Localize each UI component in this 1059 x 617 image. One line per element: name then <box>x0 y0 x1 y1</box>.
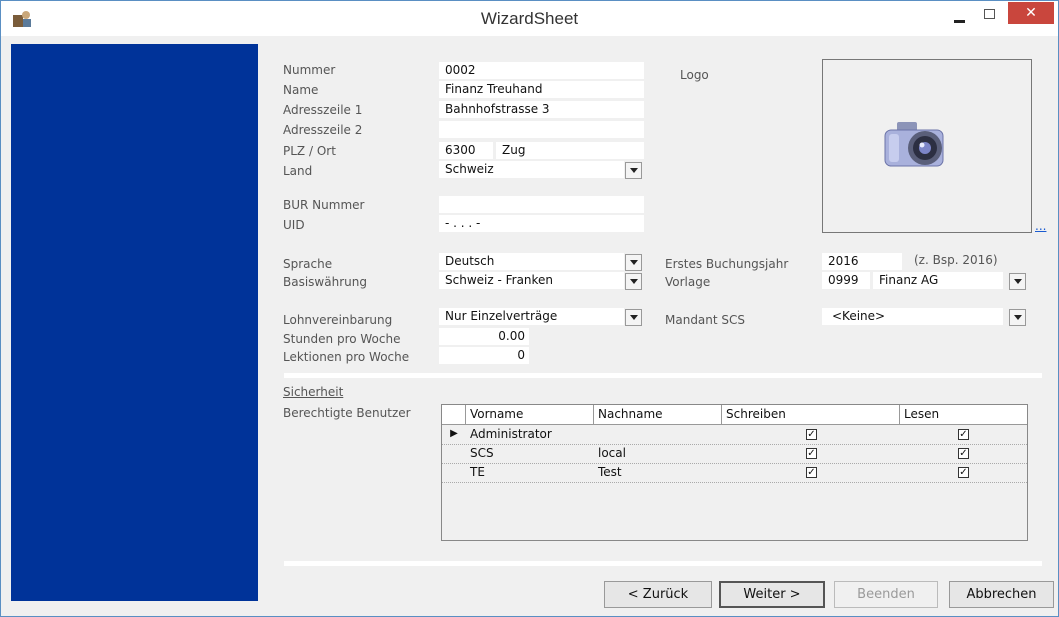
land-dropdown-button[interactable] <box>625 162 642 179</box>
label-users: Berechtigte Benutzer <box>283 406 411 420</box>
wizard-sidebar <box>11 44 258 601</box>
mandant-select[interactable]: <Keine> <box>822 308 1003 325</box>
cell-nachname[interactable]: Test <box>594 463 722 481</box>
label-adresse1: Adresszeile 1 <box>283 103 363 117</box>
users-grid[interactable]: Vorname Nachname Schreiben Lesen ▶ Admin… <box>441 404 1028 541</box>
label-name: Name <box>283 83 319 97</box>
schreiben-checkbox[interactable]: ✓ <box>806 467 817 478</box>
lesen-checkbox[interactable]: ✓ <box>958 467 969 478</box>
vorlage-dropdown-button[interactable] <box>1009 273 1026 290</box>
cell-nachname[interactable]: local <box>594 444 722 462</box>
grid-header-vorname[interactable]: Vorname <box>466 405 594 425</box>
next-button[interactable]: Weiter > <box>719 581 825 608</box>
logo-image-box[interactable] <box>822 59 1032 233</box>
label-buchungsjahr: Erstes Buchungsjahr <box>665 257 789 271</box>
sprache-select[interactable]: Deutsch <box>439 253 624 270</box>
maximize-button[interactable] <box>977 6 1003 28</box>
buchungsjahr-field[interactable]: 2016 <box>822 253 902 270</box>
label-adresse2: Adresszeile 2 <box>283 123 363 137</box>
label-sprache: Sprache <box>283 257 333 271</box>
label-logo: Logo <box>680 68 709 82</box>
separator <box>284 561 1042 566</box>
label-lektionen: Lektionen pro Woche <box>283 350 410 364</box>
adresse2-field[interactable] <box>439 121 644 138</box>
lohn-dropdown-button[interactable] <box>625 309 642 326</box>
label-stunden: Stunden pro Woche <box>283 332 401 346</box>
grid-header-nachname[interactable]: Nachname <box>594 405 722 425</box>
label-land: Land <box>283 164 313 178</box>
window-title: WizardSheet <box>480 9 579 28</box>
title-bar: WizardSheet ✕ <box>1 1 1058 36</box>
security-heading: Sicherheit <box>283 385 344 399</box>
lesen-checkbox[interactable]: ✓ <box>958 429 969 440</box>
label-mandant: Mandant SCS <box>665 313 746 327</box>
sprache-dropdown-button[interactable] <box>625 254 642 271</box>
finish-button[interactable]: Beenden <box>834 581 938 608</box>
vorlage-nr-field[interactable]: 0999 <box>822 272 870 289</box>
cancel-button[interactable]: Abbrechen <box>949 581 1054 608</box>
stunden-field[interactable]: 0.00 <box>439 328 529 345</box>
grid-header-lesen[interactable]: Lesen <box>900 405 1027 425</box>
label-lohn: Lohnvereinbarung <box>283 313 393 327</box>
label-bur: BUR Nummer <box>283 198 365 212</box>
back-button[interactable]: < Zurück <box>604 581 712 608</box>
buchungsjahr-hint: (z. Bsp. 2016) <box>914 253 998 267</box>
separator <box>284 373 1042 378</box>
table-row[interactable]: SCS local ✓ ✓ <box>442 444 1027 464</box>
logo-browse-link[interactable]: ... <box>1035 219 1046 233</box>
label-vorlage: Vorlage <box>665 275 711 289</box>
grid-header-schreiben[interactable]: Schreiben <box>722 405 900 425</box>
cell-vorname[interactable]: TE <box>466 463 594 481</box>
cell-vorname[interactable]: Administrator <box>466 425 594 443</box>
uid-field[interactable]: - . . . - <box>439 215 644 232</box>
waehrung-dropdown-button[interactable] <box>625 273 642 290</box>
lesen-checkbox[interactable]: ✓ <box>958 448 969 459</box>
schreiben-checkbox[interactable]: ✓ <box>806 448 817 459</box>
label-waehrung: Basiswährung <box>283 275 367 289</box>
label-plz-ort: PLZ / Ort <box>283 144 336 158</box>
mandant-dropdown-button[interactable] <box>1009 309 1026 326</box>
bur-field[interactable] <box>439 196 644 213</box>
grid-corner-header <box>442 405 466 425</box>
camera-icon <box>884 122 944 167</box>
land-select[interactable]: Schweiz <box>439 161 624 178</box>
waehrung-select[interactable]: Schweiz - Franken <box>439 272 624 289</box>
cell-vorname[interactable]: SCS <box>466 444 594 462</box>
table-row[interactable]: ▶ Administrator ✓ ✓ <box>442 425 1027 445</box>
lektionen-field[interactable]: 0 <box>439 347 529 364</box>
label-uid: UID <box>283 218 305 232</box>
name-field[interactable]: Finanz Treuhand <box>439 81 644 98</box>
vorlage-name-select[interactable]: Finanz AG <box>873 272 1003 289</box>
table-row[interactable]: TE Test ✓ ✓ <box>442 463 1027 483</box>
wizard-window: WizardSheet ✕ Nummer Name Adresszeile 1 … <box>0 0 1059 617</box>
minimize-button[interactable] <box>946 6 972 28</box>
adresse1-field[interactable]: Bahnhofstrasse 3 <box>439 101 644 118</box>
ort-field[interactable]: Zug <box>496 142 644 159</box>
lohn-select[interactable]: Nur Einzelverträge <box>439 308 624 325</box>
current-row-indicator-icon: ▶ <box>450 428 458 439</box>
plz-field[interactable]: 6300 <box>439 142 493 159</box>
label-nummer: Nummer <box>283 63 336 77</box>
close-button[interactable]: ✕ <box>1008 2 1054 24</box>
schreiben-checkbox[interactable]: ✓ <box>806 429 817 440</box>
nummer-field[interactable]: 0002 <box>439 62 644 79</box>
close-icon: ✕ <box>1025 5 1037 21</box>
